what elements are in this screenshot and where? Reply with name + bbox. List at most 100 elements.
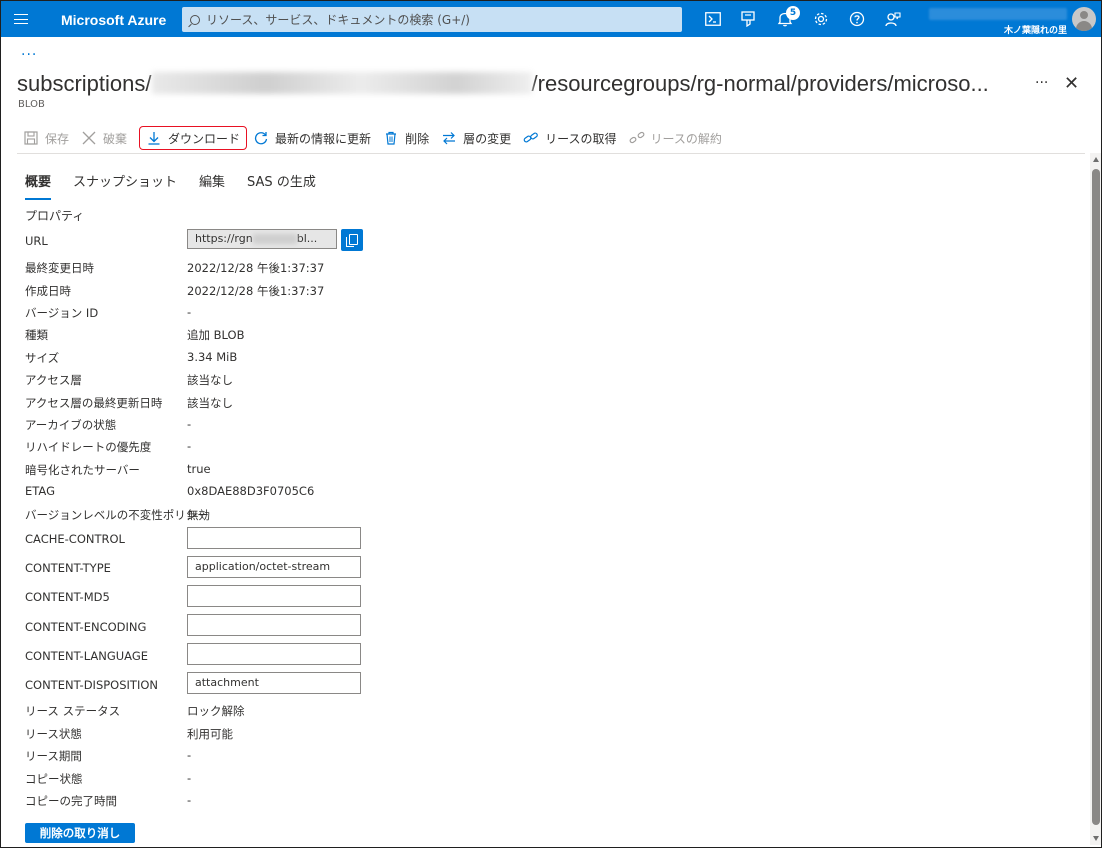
- toolbar-divider: [17, 153, 1085, 154]
- brand-title[interactable]: Microsoft Azure: [61, 12, 166, 28]
- property-label: CONTENT-TYPE: [25, 561, 111, 575]
- breadcrumb-more[interactable]: ...: [21, 43, 37, 59]
- menu-icon[interactable]: [1, 1, 41, 37]
- content-md5-input[interactable]: [187, 585, 361, 607]
- property-value: -: [187, 748, 192, 762]
- download-button[interactable]: ダウンロード: [139, 126, 248, 150]
- property-value: -: [187, 417, 192, 431]
- swap-arrows-icon: [441, 130, 457, 146]
- property-value: 2022/12/28 午後1:37:37: [187, 284, 325, 298]
- content-type-input[interactable]: application/octet-stream: [187, 556, 361, 578]
- property-label: CONTENT-MD5: [25, 590, 110, 604]
- azure-portal-window: Microsoft Azure リソース、サービス、ドキュメントの検索 (G+/…: [0, 0, 1102, 848]
- close-icon: [81, 130, 97, 146]
- property-label: リース ステータス: [25, 704, 121, 718]
- link-icon: [523, 130, 539, 146]
- save-button[interactable]: 保存: [17, 126, 75, 150]
- refresh-button[interactable]: 最新の情報に更新: [247, 126, 377, 150]
- scroll-down-arrow-icon[interactable]: [1093, 836, 1099, 841]
- download-label: ダウンロード: [168, 131, 241, 146]
- property-label: リハイドレートの優先度: [25, 440, 152, 454]
- property-value: 追加 BLOB: [187, 328, 245, 342]
- scroll-up-arrow-icon[interactable]: [1093, 157, 1099, 162]
- property-label: コピー状態: [25, 772, 83, 786]
- property-label: CONTENT-ENCODING: [25, 620, 147, 634]
- settings-gear-icon[interactable]: [811, 9, 831, 29]
- property-label: バージョンレベルの不変性ポリシー: [25, 508, 209, 522]
- property-label: CONTENT-DISPOSITION: [25, 678, 158, 692]
- refresh-icon: [253, 130, 269, 146]
- content-disposition-input[interactable]: attachment: [187, 672, 361, 694]
- download-icon: [146, 130, 162, 146]
- tab-edit[interactable]: 編集: [199, 171, 225, 200]
- property-value: 無効: [187, 508, 210, 522]
- cloud-shell-icon[interactable]: [703, 9, 723, 29]
- url-value-end: bl...: [296, 232, 318, 245]
- notification-count-badge: 5: [786, 6, 800, 20]
- user-email-redacted[interactable]: [929, 8, 1067, 20]
- vertical-scrollbar[interactable]: [1090, 153, 1101, 845]
- property-label: 暗号化されたサーバー: [25, 463, 140, 477]
- search-placeholder: リソース、サービス、ドキュメントの検索 (G+/): [206, 13, 470, 27]
- properties-heading: プロパティ: [25, 209, 85, 223]
- property-value: -: [187, 439, 192, 453]
- tab-snapshots[interactable]: スナップショット: [73, 171, 177, 200]
- undelete-button[interactable]: 削除の取り消し: [25, 823, 135, 843]
- property-label: コピーの完了時間: [25, 794, 117, 808]
- property-value: 2022/12/28 午後1:37:37: [187, 261, 325, 275]
- property-label: CONTENT-LANGUAGE: [25, 649, 149, 663]
- acquire-lease-label: リースの取得: [545, 131, 617, 146]
- url-value-start: https://rgn: [195, 232, 253, 245]
- page-subtitle: BLOB: [18, 99, 45, 110]
- property-value: true: [187, 462, 211, 476]
- trash-icon: [383, 130, 399, 146]
- delete-button[interactable]: 削除: [377, 126, 435, 150]
- avatar[interactable]: [1072, 7, 1096, 31]
- discard-label: 破棄: [103, 131, 128, 146]
- more-options-button[interactable]: ···: [1035, 75, 1048, 91]
- command-bar: 保存 破棄 ダウンロード 最新の情報に更新 削除 層の変更 リースの取得 リース…: [17, 125, 1087, 151]
- discard-button[interactable]: 破棄: [75, 126, 133, 150]
- property-value: -: [187, 771, 192, 785]
- tab-generate-sas[interactable]: SAS の生成: [247, 171, 316, 200]
- property-label: リース期間: [25, 749, 82, 763]
- search-input[interactable]: リソース、サービス、ドキュメントの検索 (G+/): [182, 7, 682, 32]
- tab-overview[interactable]: 概要: [25, 171, 52, 200]
- property-value: 利用可能: [187, 727, 233, 741]
- property-label: 作成日時: [25, 284, 71, 298]
- copy-url-button[interactable]: [341, 229, 363, 251]
- scroll-thumb[interactable]: [1092, 169, 1100, 825]
- page-title: subscriptions/ /resourcegroups/rg-normal/…: [17, 71, 989, 97]
- break-lease-button[interactable]: リースの解約: [623, 126, 728, 150]
- content-language-input[interactable]: [187, 643, 361, 665]
- save-label: 保存: [45, 131, 70, 146]
- delete-label: 削除: [405, 131, 430, 146]
- url-redacted: [252, 234, 297, 244]
- property-label: アーカイブの状態: [25, 418, 117, 432]
- property-value: 該当なし: [187, 396, 233, 410]
- property-label: バージョン ID: [25, 306, 99, 320]
- property-value: 0x8DAE88D3F0705C6: [187, 484, 315, 498]
- directory-name[interactable]: 木ノ葉隠れの里: [1004, 23, 1067, 36]
- title-prefix: subscriptions/: [17, 71, 152, 96]
- url-field[interactable]: https://rgn bl...: [187, 229, 337, 249]
- help-icon[interactable]: [847, 9, 867, 29]
- feedback-icon[interactable]: [883, 9, 903, 29]
- content-encoding-input[interactable]: [187, 614, 361, 636]
- search-icon: [190, 14, 200, 25]
- property-value: -: [187, 793, 192, 807]
- acquire-lease-button[interactable]: リースの取得: [517, 126, 622, 150]
- refresh-label: 最新の情報に更新: [275, 131, 372, 146]
- property-value: -: [187, 305, 192, 319]
- directory-filter-icon[interactable]: [739, 9, 759, 29]
- property-label: アクセス層: [25, 373, 82, 387]
- property-label: リース状態: [25, 727, 82, 741]
- change-tier-label: 層の変更: [463, 131, 512, 146]
- cache-control-input[interactable]: [187, 527, 361, 549]
- subscription-id-redacted: [151, 72, 532, 94]
- property-label: URL: [25, 234, 48, 248]
- property-label: 種類: [25, 328, 48, 342]
- close-button[interactable]: ✕: [1064, 73, 1079, 94]
- change-tier-button[interactable]: 層の変更: [435, 126, 517, 150]
- break-lease-label: リースの解約: [650, 131, 722, 146]
